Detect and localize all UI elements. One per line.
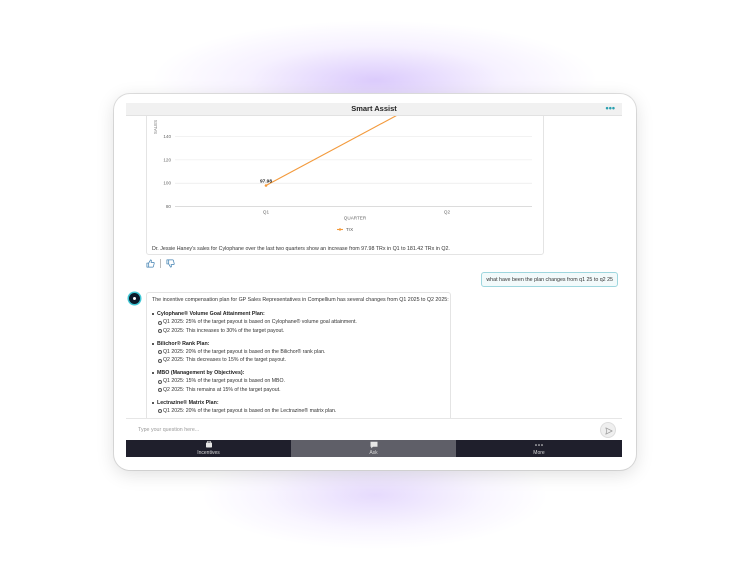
nav-incentives[interactable]: Incentives bbox=[126, 440, 291, 457]
nav-ask[interactable]: Ask bbox=[291, 440, 456, 457]
plan-item: MBO (Management by Objectives): Q1 2025:… bbox=[152, 370, 445, 393]
nav-label: Incentives bbox=[197, 450, 220, 456]
plan-item: Cylophane® Volume Goal Attainment Plan: … bbox=[152, 311, 445, 334]
nav-label: Ask bbox=[369, 450, 378, 456]
y-axis-title: SALES bbox=[153, 120, 158, 134]
series-line bbox=[265, 116, 397, 186]
plan-name: Bilichor® Rank Plan: bbox=[152, 341, 445, 347]
more-dots-icon[interactable]: ••• bbox=[606, 103, 615, 113]
app-screen: Smart Assist ••• 80 100 120 140 Q1 Q2 SALES QUA… bbox=[126, 103, 622, 457]
legend-marker bbox=[338, 228, 342, 231]
more-dots-icon bbox=[535, 444, 543, 446]
plan-name: Cylophane® Volume Goal Attainment Plan: bbox=[152, 311, 445, 317]
legend-label: TrX bbox=[346, 227, 353, 232]
answer-intro: The incentive compensation plan for GP S… bbox=[152, 297, 449, 303]
plan-detail: Q2 2025: This decreases to 15% of the ta… bbox=[152, 357, 445, 363]
plan-detail: Q1 2025: 15% of the target payout is bas… bbox=[152, 378, 445, 384]
assistant-avatar-icon bbox=[129, 293, 140, 304]
header-bar: Smart Assist ••• bbox=[126, 103, 622, 116]
plan-item: Lectrazine® Matrix Plan: Q1 2025: 20% of… bbox=[152, 400, 445, 414]
plan-detail: Q1 2025: 20% of the target payout is bas… bbox=[152, 408, 445, 414]
user-message: what have been the plan changes from q1 … bbox=[481, 272, 618, 287]
sales-line-chart: 80 100 120 140 Q1 Q2 SALES QUARTER 97.98 TrX bbox=[153, 116, 532, 232]
incentives-icon bbox=[206, 441, 212, 448]
chart-card: 80 100 120 140 Q1 Q2 SALES QUARTER 97.98 TrX Dr. … bbox=[146, 116, 544, 255]
assistant-answer: The incentive compensation plan for GP S… bbox=[146, 292, 451, 418]
plan-name: Lectrazine® Matrix Plan: bbox=[152, 400, 445, 406]
thumbs-up-icon[interactable] bbox=[146, 259, 155, 268]
x-tick-label: Q1 bbox=[263, 210, 270, 215]
bottom-nav: Incentives Ask More bbox=[126, 440, 622, 457]
x-tick-label: Q2 bbox=[444, 210, 451, 215]
plan-detail: Q2 2025: This remains at 15% of the targ… bbox=[152, 387, 445, 393]
chat-icon bbox=[370, 441, 378, 449]
nav-more[interactable]: More bbox=[456, 440, 622, 457]
chart-summary: Dr. Jessie Haney's sales for Cylophane o… bbox=[152, 246, 450, 252]
y-tick-label: 140 bbox=[163, 134, 171, 139]
plan-detail: Q2 2025: This increases to 30% of the ta… bbox=[152, 328, 445, 334]
plan-name: MBO (Management by Objectives): bbox=[152, 370, 445, 376]
page-title: Smart Assist bbox=[351, 104, 397, 113]
send-button[interactable] bbox=[600, 422, 616, 438]
feedback-divider bbox=[160, 259, 161, 268]
question-input[interactable]: Type your question here... bbox=[138, 427, 199, 433]
thumbs-down-icon[interactable] bbox=[166, 259, 175, 268]
nav-label: More bbox=[533, 450, 545, 456]
data-label: 97.98 bbox=[260, 179, 272, 185]
x-axis-title: QUARTER bbox=[344, 216, 367, 221]
y-tick-label: 80 bbox=[166, 204, 172, 209]
plan-item: Bilichor® Rank Plan: Q1 2025: 20% of the… bbox=[152, 341, 445, 363]
plan-detail: Q1 2025: 20% of the target payout is bas… bbox=[152, 349, 445, 355]
y-tick-label: 100 bbox=[163, 181, 171, 186]
plan-detail: Q1 2025: 25% of the target payout is bas… bbox=[152, 319, 445, 325]
y-tick-label: 120 bbox=[163, 157, 171, 162]
composer: Type your question here... bbox=[126, 418, 622, 440]
feedback-controls bbox=[146, 259, 186, 269]
chat-thread[interactable]: 80 100 120 140 Q1 Q2 SALES QUARTER 97.98 TrX Dr. … bbox=[126, 116, 622, 418]
send-icon bbox=[605, 427, 613, 435]
